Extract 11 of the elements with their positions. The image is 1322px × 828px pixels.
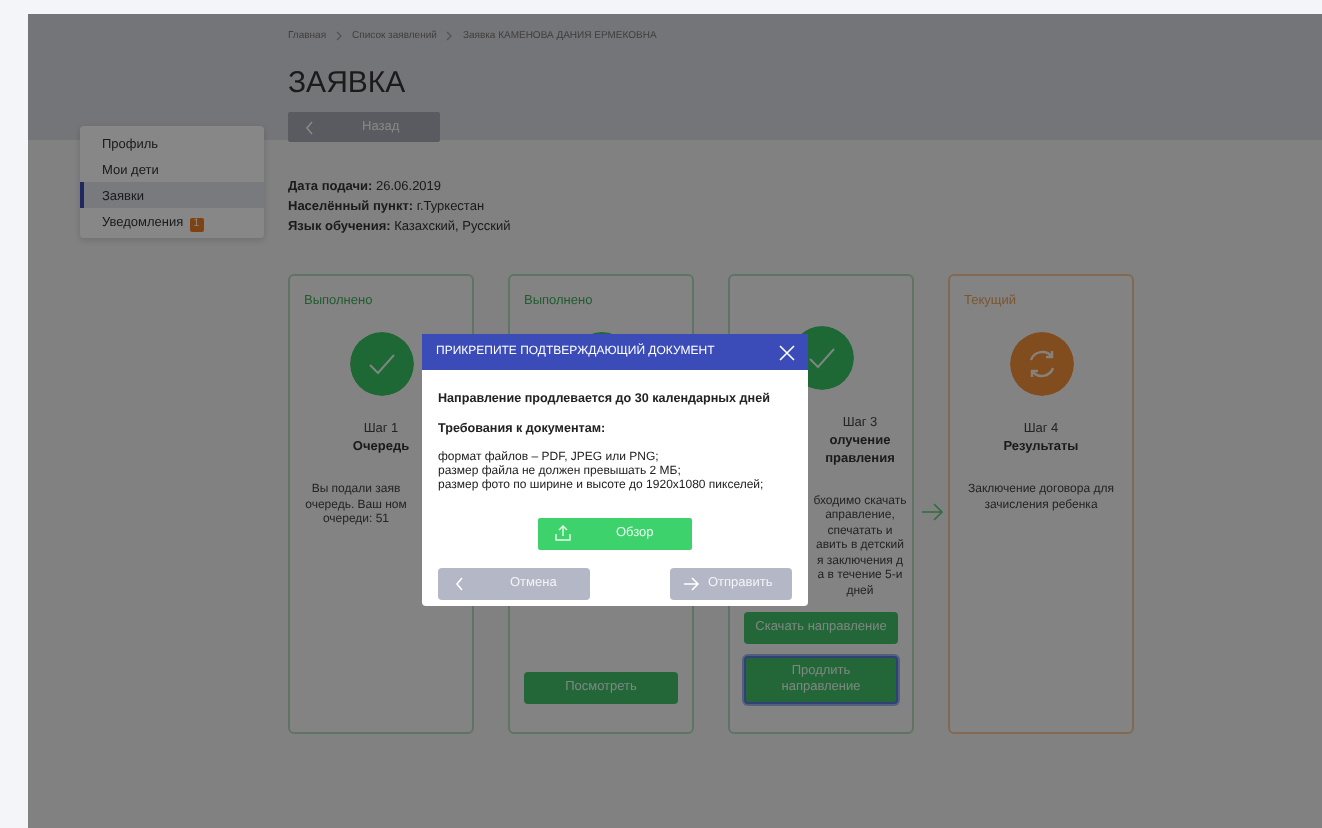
page-title: ЗАЯВКА: [288, 66, 408, 102]
upload-icon: [554, 524, 572, 543]
arrow-right-icon: [919, 502, 943, 522]
checkmark-icon: [349, 332, 413, 396]
chevron-left-icon: [304, 119, 316, 135]
refresh-icon: [1009, 332, 1073, 396]
chevron-left-icon: [454, 575, 466, 592]
chevron-right-icon: [334, 30, 345, 42]
close-icon[interactable]: [778, 343, 796, 361]
arrow-right-icon: [682, 575, 700, 592]
chevron-right-icon: [444, 30, 455, 42]
